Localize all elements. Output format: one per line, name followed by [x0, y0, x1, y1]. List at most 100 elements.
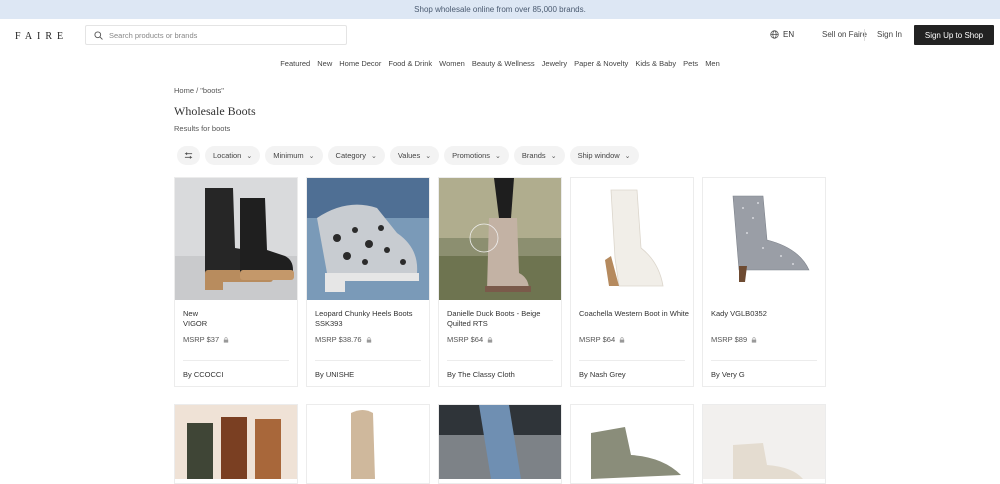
filter-label: Promotions — [452, 151, 491, 160]
knee-boot-image[interactable] — [307, 405, 429, 479]
msrp-text: MSRP $37 — [183, 335, 220, 344]
new-badge: New — [183, 309, 199, 318]
boot-image — [571, 178, 693, 300]
boot-image — [703, 178, 825, 300]
product-brand[interactable]: By UNISHE — [315, 370, 354, 379]
product-image-duck-boot[interactable] — [439, 178, 561, 300]
product-brand[interactable]: By The Classy Cloth — [447, 370, 515, 379]
product-card[interactable]: Danielle Duck Boots - Beige Quilted RTS … — [438, 177, 562, 387]
chevron-down-icon: ⌄ — [495, 152, 501, 160]
boot-image — [439, 178, 561, 300]
faire-logo[interactable]: FAIRE — [15, 31, 68, 42]
card-divider — [579, 360, 685, 361]
language-selector[interactable]: EN — [770, 30, 794, 39]
product-image-rhinestone-bootie[interactable] — [703, 178, 825, 300]
nav-item-men[interactable]: Men — [705, 59, 720, 68]
product-card[interactable]: Coachella Western Boot in White MSRP $64… — [570, 177, 694, 387]
product-card[interactable]: Leopard Chunky Heels Boots SSK393 MSRP $… — [306, 177, 430, 387]
filter-values[interactable]: Values ⌄ — [389, 146, 440, 165]
product-msrp: MSRP $64 — [447, 335, 493, 344]
denim-boot-image[interactable] — [439, 405, 561, 479]
filter-label: Location — [213, 151, 242, 160]
chevron-down-icon: ⌄ — [308, 152, 315, 160]
globe-icon — [770, 30, 779, 39]
category-nav: Featured New Home Decor Food & Drink Wom… — [0, 59, 1000, 68]
tall-boots-image[interactable] — [175, 405, 297, 479]
product-card[interactable] — [174, 404, 298, 484]
product-msrp: MSRP $37 — [183, 335, 229, 344]
nav-item-women[interactable]: Women — [439, 59, 465, 68]
sign-in-link[interactable]: Sign In — [877, 30, 902, 39]
filter-label: Category — [335, 151, 366, 160]
top-bar: FAIRE EN Sell on Faire Sign In Sign Up t… — [0, 19, 1000, 51]
sign-up-button[interactable]: Sign Up to Shop — [914, 25, 994, 45]
results-subtitle: Results for boots — [174, 124, 231, 133]
product-card[interactable] — [570, 404, 694, 484]
filter-label: Minimum — [273, 151, 304, 160]
card-divider — [315, 360, 421, 361]
product-name[interactable]: Kady VGLB0352 — [711, 309, 821, 319]
product-msrp: MSRP $89 — [711, 335, 757, 344]
filter-brands[interactable]: Brands ⌄ — [513, 146, 565, 165]
boot-image — [307, 178, 429, 300]
chevron-down-icon: ⌄ — [550, 152, 557, 160]
gray-lace-boot-image[interactable] — [571, 405, 693, 479]
filter-promotions[interactable]: Promotions ⌄ — [444, 146, 509, 165]
nav-item-jewelry[interactable]: Jewelry — [542, 59, 567, 68]
product-card[interactable]: Kady VGLB0352 MSRP $89 By Very G — [702, 177, 826, 387]
nav-item-home-decor[interactable]: Home Decor — [339, 59, 381, 68]
product-brand[interactable]: By Very G — [711, 370, 745, 379]
nav-item-pets[interactable]: Pets — [683, 59, 698, 68]
sell-on-faire-link[interactable]: Sell on Faire — [822, 30, 867, 39]
card-divider — [183, 360, 289, 361]
msrp-text: MSRP $64 — [447, 335, 484, 344]
nav-item-kids-baby[interactable]: Kids & Baby — [635, 59, 676, 68]
filter-location[interactable]: Location ⌄ — [205, 146, 261, 165]
product-title: VIGOR — [183, 319, 208, 328]
product-image-leopard-bootie[interactable] — [307, 178, 429, 300]
product-card[interactable]: New VIGOR MSRP $37 By CCOCCI — [174, 177, 298, 387]
nav-item-paper-novelty[interactable]: Paper & Novelty — [574, 59, 628, 68]
header-divider — [864, 29, 865, 41]
chevron-down-icon: ⌄ — [370, 152, 377, 160]
filter-category[interactable]: Category ⌄ — [327, 146, 385, 165]
product-image-black-chelsea-boot[interactable] — [175, 178, 297, 300]
lock-icon — [487, 336, 493, 343]
product-grid: New VIGOR MSRP $37 By CCOCCI Leopard Chun… — [174, 177, 826, 387]
product-brand[interactable]: By Nash Grey — [579, 370, 626, 379]
language-label: EN — [783, 30, 795, 39]
product-brand[interactable]: By CCOCCI — [183, 370, 223, 379]
product-image-white-western-boot[interactable] — [571, 178, 693, 300]
product-msrp: MSRP $64 — [579, 335, 625, 344]
product-card[interactable] — [306, 404, 430, 484]
msrp-text: MSRP $64 — [579, 335, 616, 344]
product-name[interactable]: Danielle Duck Boots - Beige Quilted RTS — [447, 309, 557, 329]
nav-item-new[interactable]: New — [317, 59, 332, 68]
page-title: Wholesale Boots — [174, 104, 256, 118]
product-name[interactable]: Coachella Western Boot in White — [579, 309, 689, 319]
product-card[interactable] — [702, 404, 826, 484]
product-card[interactable] — [438, 404, 562, 484]
filter-minimum[interactable]: Minimum ⌄ — [265, 146, 323, 165]
lock-icon — [223, 336, 229, 343]
filter-settings-button[interactable] — [177, 146, 200, 165]
product-name[interactable]: New VIGOR — [183, 309, 293, 329]
msrp-text: MSRP $89 — [711, 335, 748, 344]
beige-bootie-image[interactable] — [703, 405, 825, 479]
filter-label: Ship window — [577, 151, 620, 160]
search-box[interactable] — [85, 25, 347, 45]
search-icon — [94, 30, 103, 40]
card-divider — [711, 360, 817, 361]
search-input[interactable] — [109, 30, 329, 40]
promo-banner-text: Shop wholesale online from over 85,000 b… — [414, 5, 586, 14]
breadcrumb[interactable]: Home / "boots" — [174, 86, 224, 95]
filter-label: Brands — [521, 151, 546, 160]
nav-item-featured[interactable]: Featured — [280, 59, 310, 68]
nav-item-food-drink[interactable]: Food & Drink — [388, 59, 432, 68]
product-name[interactable]: Leopard Chunky Heels Boots SSK393 — [315, 309, 425, 329]
product-msrp: MSRP $38.76 — [315, 335, 372, 344]
filter-ship-window[interactable]: Ship window ⌄ — [569, 146, 639, 165]
msrp-text: MSRP $38.76 — [315, 335, 362, 344]
card-divider — [447, 360, 553, 361]
nav-item-beauty-wellness[interactable]: Beauty & Wellness — [472, 59, 535, 68]
